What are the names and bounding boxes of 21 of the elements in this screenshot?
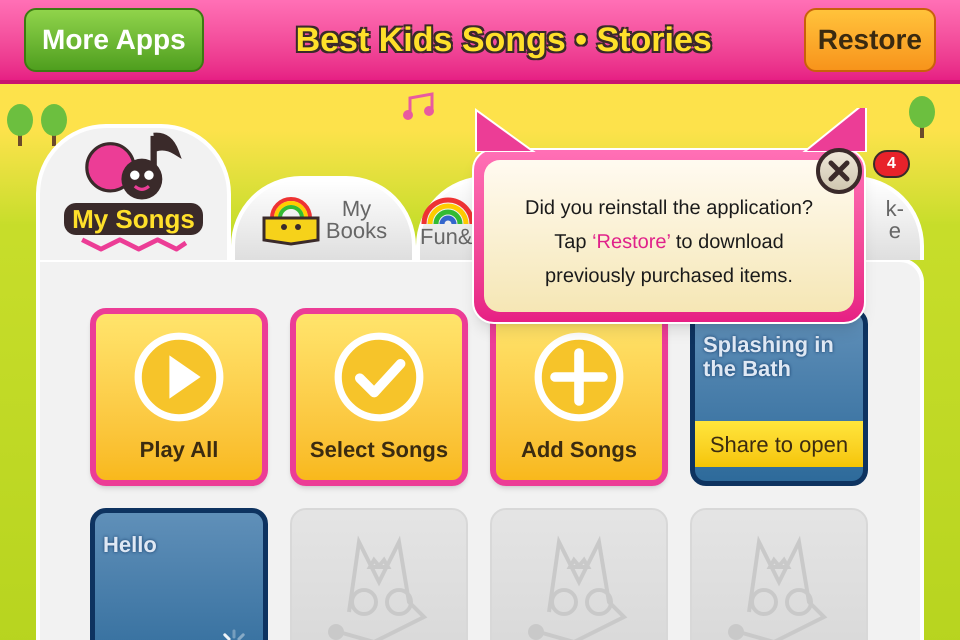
song-title: Hello xyxy=(102,531,158,557)
tree-icon xyxy=(40,104,68,146)
tab-label: My Songs xyxy=(64,202,203,235)
tab-label: My Books xyxy=(326,198,388,242)
song-title: Splashing in the Bath xyxy=(702,331,835,381)
tree-icon xyxy=(908,96,936,138)
music-note-icon xyxy=(402,92,436,122)
popup-message: Did you reinstall the application? Tap ‘Restore’ to download previously purchased items. xyxy=(525,196,813,289)
app-title: Best Kids Songs • Stories xyxy=(296,20,712,60)
close-icon xyxy=(828,160,850,182)
restore-button[interactable]: Restore xyxy=(804,8,936,72)
song-action-button[interactable]: Play All xyxy=(90,308,268,486)
book-rainbow-icon xyxy=(260,194,322,246)
share-banner: Share to open xyxy=(695,421,863,467)
category-tab[interactable]: My Songs xyxy=(36,124,231,260)
count-badge: 4 xyxy=(873,150,910,178)
tab-label: Fun& xyxy=(420,226,473,248)
tab-label: k- e xyxy=(886,198,904,242)
song-action-button[interactable]: Select Songs xyxy=(290,308,468,486)
category-tab[interactable]: My Books xyxy=(231,176,416,260)
tree-icon xyxy=(6,104,34,146)
